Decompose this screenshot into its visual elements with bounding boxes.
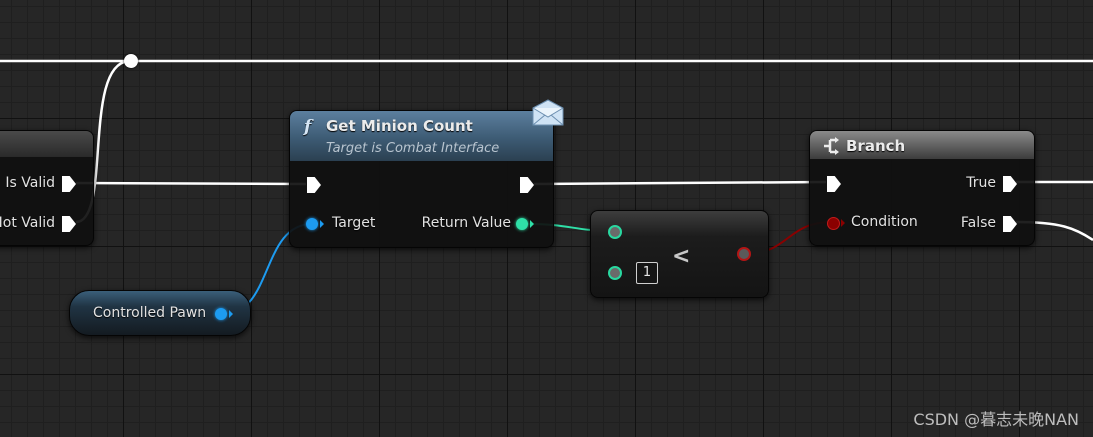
condition-label: Condition bbox=[851, 214, 918, 230]
condition-pin[interactable] bbox=[827, 217, 840, 230]
get-minion-count-subtitle: Target is Combat Interface bbox=[326, 141, 500, 156]
branch-node[interactable]: Branch True Condition False bbox=[809, 130, 1035, 246]
not-valid-label: Not Valid bbox=[0, 215, 55, 231]
target-pin[interactable] bbox=[306, 218, 318, 230]
branch-icon bbox=[824, 137, 839, 155]
condition-pin-arrow-icon bbox=[841, 219, 845, 227]
target-label: Target bbox=[332, 215, 376, 231]
false-label: False bbox=[960, 215, 996, 231]
is-valid-label: Is Valid bbox=[5, 175, 55, 191]
get-minion-count-title: Get Minion Count bbox=[326, 117, 473, 135]
false-exec-pin[interactable] bbox=[1003, 216, 1017, 232]
return-value-label: Return Value bbox=[421, 215, 511, 231]
is-valid-node[interactable]: Is Valid Not Valid bbox=[0, 130, 94, 246]
call-exec-in-pin[interactable] bbox=[307, 177, 321, 193]
return-value-pin-arrow-icon bbox=[530, 220, 534, 228]
branch-title: Branch bbox=[846, 137, 906, 155]
compare-b-pin[interactable] bbox=[608, 266, 622, 280]
less-than-operator: < bbox=[672, 244, 691, 269]
true-exec-pin[interactable] bbox=[1003, 176, 1017, 192]
reroute-node[interactable] bbox=[124, 54, 138, 68]
message-envelope-icon bbox=[532, 99, 564, 126]
controlled-pawn-pin-arrow-icon bbox=[229, 310, 233, 318]
get-minion-count-node[interactable]: f Get Minion Count Target is Combat Inte… bbox=[289, 110, 554, 248]
function-glyph-icon: f bbox=[304, 117, 312, 137]
target-pin-arrow-icon bbox=[320, 220, 324, 228]
not-valid-exec-pin[interactable] bbox=[62, 216, 76, 232]
is-valid-exec-pin[interactable] bbox=[62, 176, 76, 192]
controlled-pawn-variable-node[interactable]: Controlled Pawn bbox=[69, 290, 251, 336]
return-value-pin[interactable] bbox=[516, 218, 528, 230]
is-valid-node-header bbox=[0, 131, 93, 157]
watermark: CSDN @暮志未晚NAN bbox=[913, 410, 1079, 429]
exec-wire-call-to-branch bbox=[533, 180, 827, 186]
branch-header bbox=[810, 131, 1034, 159]
exec-wire-is-valid-to-call bbox=[75, 181, 307, 186]
controlled-pawn-label: Controlled Pawn bbox=[93, 305, 207, 321]
compare-b-literal-input[interactable]: 1 bbox=[636, 262, 658, 284]
compare-a-pin[interactable] bbox=[608, 225, 622, 239]
compare-result-pin[interactable] bbox=[737, 247, 751, 261]
controlled-pawn-output-pin[interactable] bbox=[215, 308, 227, 320]
call-exec-out-pin[interactable] bbox=[520, 177, 534, 193]
branch-exec-in-pin[interactable] bbox=[827, 176, 841, 192]
true-label: True bbox=[966, 175, 996, 191]
